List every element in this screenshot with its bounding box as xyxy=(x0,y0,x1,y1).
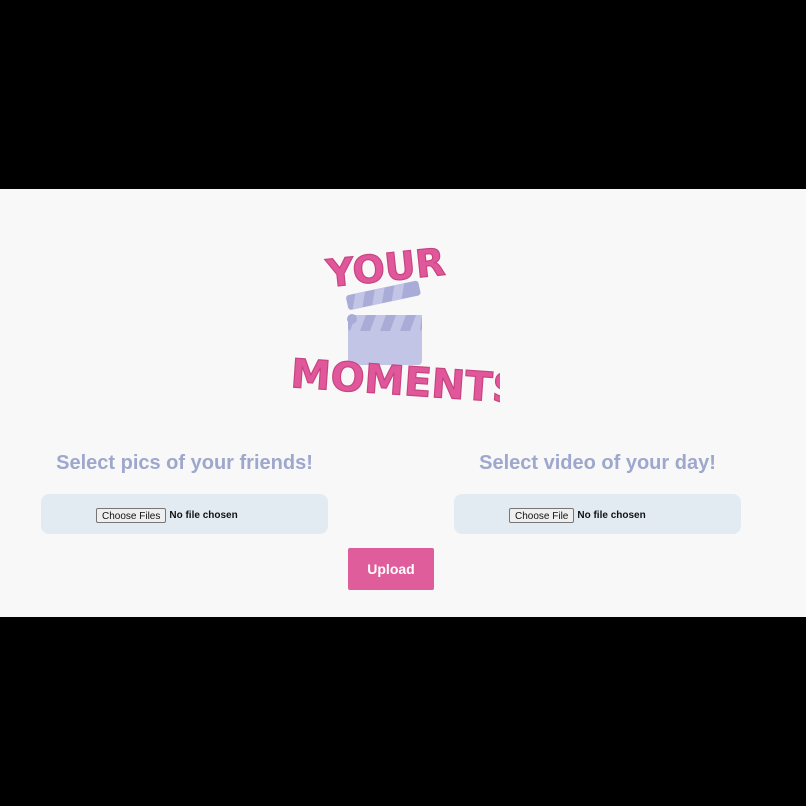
svg-text:MOMENTS: MOMENTS xyxy=(289,351,500,413)
logo-word-your: YOUR xyxy=(323,239,448,296)
svg-text:YOUR: YOUR xyxy=(323,240,447,296)
logo-word-moments: MOMENTS xyxy=(289,350,500,413)
page: YOUR MOMENTS Select pics of your friends… xyxy=(0,189,806,617)
pics-file-input-panel: Choose Files No file chosen xyxy=(41,494,328,534)
choose-files-button[interactable]: Choose Files xyxy=(96,507,167,523)
video-file-status: No file chosen xyxy=(577,509,646,521)
your-moments-logo: YOUR MOMENTS xyxy=(280,237,500,415)
upload-button[interactable]: Upload xyxy=(348,548,434,590)
letterbox-top xyxy=(0,0,806,189)
choose-file-button[interactable]: Choose File xyxy=(509,507,575,523)
pics-section-title: Select pics of your friends! xyxy=(56,452,313,474)
pics-file-status: No file chosen xyxy=(169,509,238,521)
pics-file-input[interactable]: Choose Files No file chosen xyxy=(96,507,238,523)
video-file-input-panel: Choose File No file chosen xyxy=(454,494,741,534)
letterbox-bottom xyxy=(0,617,806,806)
video-file-input[interactable]: Choose File No file chosen xyxy=(509,507,646,523)
video-section-title: Select video of your day! xyxy=(479,452,716,474)
